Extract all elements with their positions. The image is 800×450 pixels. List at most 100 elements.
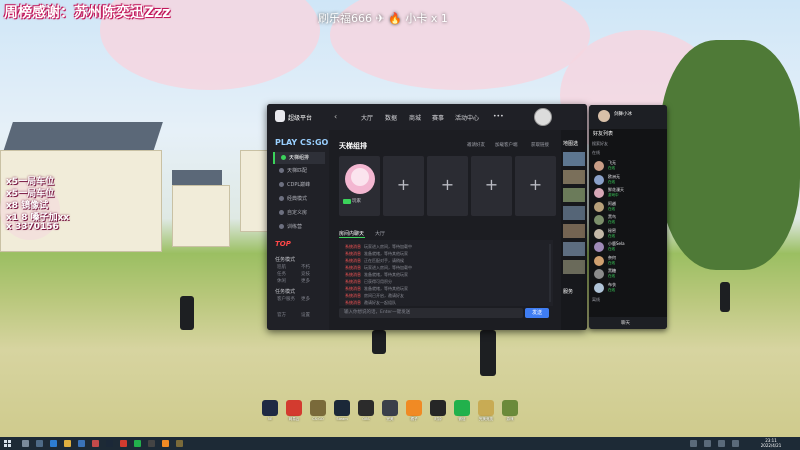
- footer-link[interactable]: 官方: [277, 312, 286, 318]
- friends-search[interactable]: 搜索好友: [592, 141, 662, 147]
- dock-app-icon[interactable]: [358, 400, 374, 416]
- menu-classic[interactable]: 经典模式: [273, 193, 325, 205]
- get-link-button[interactable]: 获取链接: [531, 142, 549, 148]
- friend-row[interactable]: 秘密 在线: [592, 228, 664, 241]
- player-slot-empty[interactable]: +: [427, 156, 468, 216]
- map-thumbnail[interactable]: [563, 242, 585, 256]
- app-icon[interactable]: [162, 440, 169, 447]
- dock-app-icon[interactable]: [382, 400, 398, 416]
- app-icon[interactable]: [92, 440, 99, 447]
- map-thumbnail[interactable]: [563, 224, 585, 238]
- dock-app-label: 完美竞技: [479, 417, 493, 421]
- music-icon[interactable]: [120, 440, 127, 447]
- dock-app-icon[interactable]: [430, 400, 446, 416]
- service-link[interactable]: 客户服务: [277, 296, 295, 302]
- friend-row[interactable]: 飞无 在线: [592, 160, 664, 173]
- edge-icon[interactable]: [50, 440, 57, 447]
- map-thumbnail[interactable]: [563, 188, 585, 202]
- send-button[interactable]: 发送: [525, 308, 549, 318]
- dock-app-icon[interactable]: [502, 400, 518, 416]
- invite-friends-button[interactable]: 邀请好友: [467, 142, 485, 148]
- chat-scrollbar[interactable]: [549, 244, 551, 302]
- player-slot-empty[interactable]: +: [383, 156, 424, 216]
- friend-row[interactable]: 小鹿Sela 在线: [592, 241, 664, 254]
- dock-app-icon[interactable]: [286, 400, 302, 416]
- friend-status: 在线: [608, 220, 615, 224]
- menu-custom-room[interactable]: 自定义房: [273, 207, 325, 219]
- dock-app-icon[interactable]: [310, 400, 326, 416]
- player-slot-self[interactable]: 玩家: [339, 156, 380, 216]
- friend-row[interactable]: 鲜花漫天 游戏中: [592, 187, 664, 200]
- csgo-icon[interactable]: [176, 440, 183, 447]
- chat-button[interactable]: 聊天: [621, 320, 630, 326]
- network-icon[interactable]: [704, 440, 711, 447]
- task-link[interactable]: 巡航: [277, 264, 286, 270]
- menu-training[interactable]: 训练营: [273, 221, 325, 233]
- nav-activity-center[interactable]: 活动中心: [455, 113, 479, 122]
- clock[interactable]: 23:11 2022/4/21: [756, 438, 786, 448]
- volume-icon[interactable]: [718, 440, 725, 447]
- footer-link[interactable]: 设置: [301, 312, 310, 318]
- tray-icon[interactable]: [690, 440, 697, 447]
- task-view-icon[interactable]: [36, 440, 43, 447]
- user-avatar[interactable]: [534, 108, 552, 126]
- app-icon[interactable]: [78, 440, 85, 447]
- map-thumbnail[interactable]: [563, 260, 585, 274]
- nav-data[interactable]: 数据: [385, 113, 397, 122]
- nav-hall[interactable]: 大厅: [361, 113, 373, 122]
- friend-row[interactable]: 阿越 在线: [592, 201, 664, 214]
- menu-ladder-match[interactable]: 天梯匹配: [273, 165, 325, 177]
- friend-status: 在线: [608, 179, 615, 184]
- chat-message: 系统消息 准备就绪，等待其他玩家: [345, 251, 408, 257]
- platform-logo-icon[interactable]: [275, 110, 285, 122]
- group-offline[interactable]: 离线: [592, 297, 662, 303]
- service-link[interactable]: 更多: [301, 296, 310, 302]
- nav-events[interactable]: 赛事: [432, 113, 444, 122]
- windows-start-icon[interactable]: [4, 440, 11, 447]
- task-link[interactable]: 任务: [277, 271, 286, 277]
- dock-app-icon[interactable]: [262, 400, 278, 416]
- menu-ladder-team[interactable]: 天梯组排: [273, 152, 325, 164]
- wechat-icon[interactable]: [134, 440, 141, 447]
- game-title: PLAY CS:GO: [275, 138, 329, 147]
- tab-room-chat[interactable]: 房间内聊天: [339, 230, 364, 237]
- ime-icon[interactable]: [732, 440, 739, 447]
- nav-more[interactable]: •••: [493, 113, 504, 120]
- task-link[interactable]: 休闲: [277, 278, 286, 284]
- top-banner[interactable]: TOP: [275, 240, 321, 251]
- player-slot-empty[interactable]: +: [471, 156, 512, 216]
- back-button[interactable]: ‹: [334, 112, 337, 121]
- dock-app-icon[interactable]: [454, 400, 470, 416]
- tab-hall-chat[interactable]: 大厅: [375, 230, 385, 237]
- friend-row[interactable]: 奈何 在线: [592, 255, 664, 268]
- friend-row[interactable]: 黑鸟 在线: [592, 214, 664, 227]
- map-thumbnail[interactable]: [563, 206, 585, 220]
- avatar-face: [351, 168, 369, 186]
- obs-icon[interactable]: [148, 440, 155, 447]
- message-sender: 系统消息: [345, 293, 361, 298]
- player-slot-empty[interactable]: +: [515, 156, 556, 216]
- dock-app-label: 微信: [458, 417, 466, 421]
- nav-store[interactable]: 商城: [409, 113, 421, 122]
- menu-cdpl[interactable]: CDPL巅峰: [273, 179, 325, 191]
- folder-icon[interactable]: [64, 440, 71, 447]
- friend-row[interactable]: 欧洲无 在线: [592, 174, 664, 187]
- chat-input[interactable]: 输入你想说的话，Enter一键发送: [339, 308, 523, 318]
- load-client-button[interactable]: 加载客户端: [495, 142, 518, 148]
- task-link[interactable]: 竞技: [301, 271, 310, 277]
- friend-row[interactable]: 布衣 在线: [592, 282, 664, 295]
- plus-icon: +: [440, 175, 455, 194]
- dock-app-icon[interactable]: [406, 400, 422, 416]
- map-thumbnail[interactable]: [563, 152, 585, 166]
- task-link[interactable]: 不朽: [301, 264, 310, 270]
- steam-icon[interactable]: [106, 440, 113, 447]
- self-avatar[interactable]: [598, 110, 610, 122]
- search-icon[interactable]: [22, 440, 29, 447]
- friend-status: 在线: [608, 274, 615, 278]
- group-online[interactable]: 在线: [592, 150, 662, 156]
- task-link[interactable]: 更多: [301, 278, 310, 284]
- friend-row[interactable]: 黑糖 在线: [592, 268, 664, 281]
- dock-app-icon[interactable]: [478, 400, 494, 416]
- dock-app-icon[interactable]: [334, 400, 350, 416]
- map-thumbnail[interactable]: [563, 170, 585, 184]
